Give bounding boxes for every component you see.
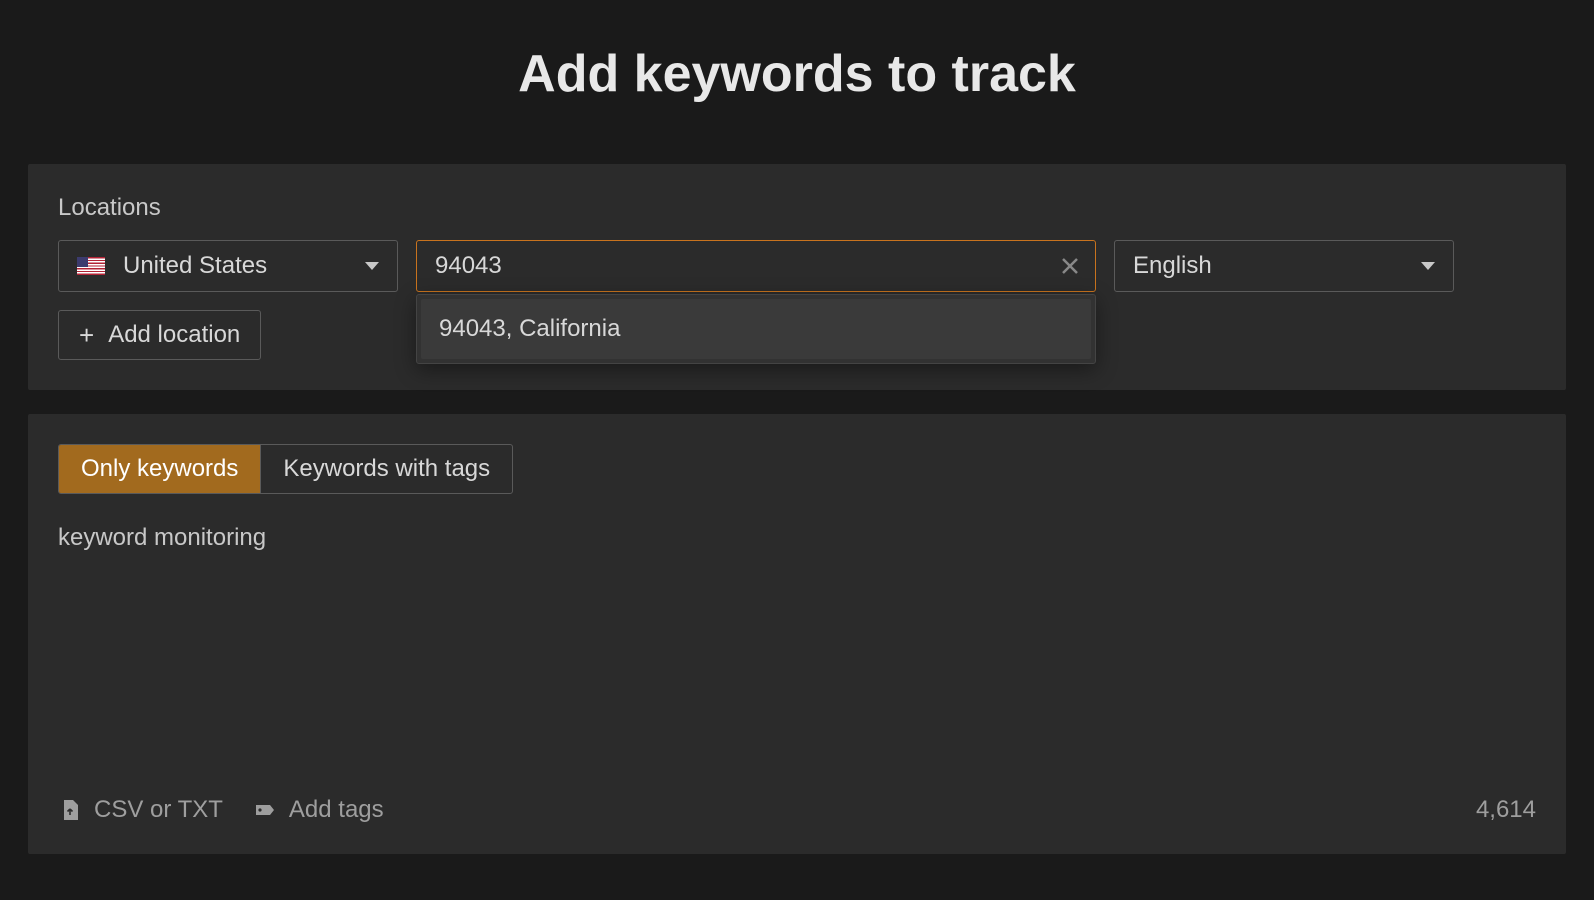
add-location-button[interactable]: + Add location <box>58 310 261 360</box>
keywords-toggle: Only keywords Keywords with tags <box>58 444 513 494</box>
tab-keywords-with-tags[interactable]: Keywords with tags <box>260 445 512 493</box>
upload-icon <box>58 798 82 822</box>
upload-label: CSV or TXT <box>94 796 223 824</box>
close-icon[interactable] <box>1058 254 1082 278</box>
chevron-down-icon <box>1421 262 1435 270</box>
us-flag-icon <box>77 257 105 275</box>
language-value: English <box>1133 252 1212 280</box>
page-title: Add keywords to track <box>0 0 1594 164</box>
location-search-wrap: 94043, California <box>416 240 1096 292</box>
locations-panel: Locations United States 94043, Californi… <box>28 164 1566 390</box>
keywords-footer: CSV or TXT Add tags 4,614 <box>58 796 1536 824</box>
suggestion-item[interactable]: 94043, California <box>421 299 1091 359</box>
keyword-counter: 4,614 <box>1476 796 1536 824</box>
locations-label: Locations <box>58 194 1536 222</box>
location-search-input[interactable] <box>416 240 1096 292</box>
country-value: United States <box>123 252 267 280</box>
keywords-panel: Only keywords Keywords with tags keyword… <box>28 414 1566 854</box>
location-suggestions: 94043, California <box>416 294 1096 364</box>
country-select[interactable]: United States <box>58 240 398 292</box>
tag-icon <box>253 798 277 822</box>
chevron-down-icon <box>365 262 379 270</box>
add-tags-label: Add tags <box>289 796 384 824</box>
plus-icon: + <box>79 322 94 348</box>
language-select[interactable]: English <box>1114 240 1454 292</box>
add-location-label: Add location <box>108 321 240 349</box>
add-tags-link[interactable]: Add tags <box>253 796 384 824</box>
locations-row: United States 94043, California English <box>58 240 1536 292</box>
upload-csv-link[interactable]: CSV or TXT <box>58 796 223 824</box>
keywords-textarea[interactable]: keyword monitoring <box>58 524 1536 796</box>
tab-only-keywords[interactable]: Only keywords <box>59 445 260 493</box>
